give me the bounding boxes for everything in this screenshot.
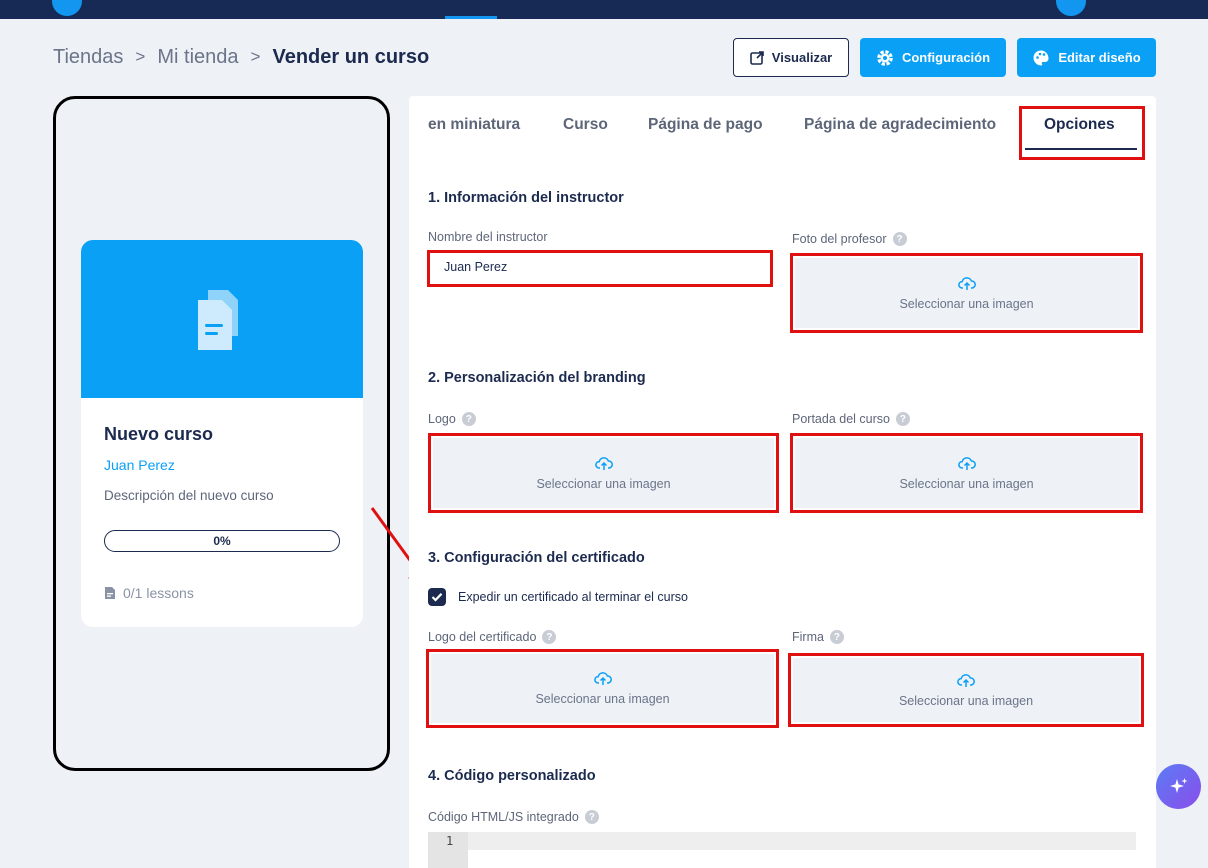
tab-thumbnail[interactable]: en miniatura [428, 116, 520, 134]
teacher-photo-label-text: Foto del profesor [792, 232, 887, 246]
preview-button[interactable]: Visualizar [733, 38, 849, 77]
course-cover-upload-text: Seleccionar una imagen [899, 476, 1034, 491]
course-author: Juan Perez [104, 457, 175, 473]
help-icon[interactable]: ? [542, 630, 557, 644]
instructor-name-label-text: Nombre del instructor [428, 230, 548, 244]
ai-assistant-button[interactable] [1156, 764, 1201, 809]
signature-label-text: Firma [792, 630, 824, 644]
nav-logo-icon[interactable] [52, 0, 82, 16]
tab-course[interactable]: Curso [563, 116, 608, 134]
help-icon[interactable]: ? [461, 412, 476, 426]
breadcrumb-stores[interactable]: Tiendas [53, 46, 123, 69]
line-number: 1 [446, 834, 454, 848]
logo-upload-text: Seleccionar una imagen [536, 476, 671, 491]
edit-design-button-label: Editar diseño [1058, 50, 1141, 65]
breadcrumb-separator: > [250, 47, 261, 66]
embedded-code-label-text: Código HTML/JS integrado [428, 810, 579, 824]
instructor-name-value: Juan Perez [444, 260, 508, 274]
page-title: Vender un curso [272, 45, 430, 68]
gear-icon [877, 49, 893, 66]
instructor-name-input[interactable]: Juan Perez [427, 250, 773, 287]
documents-icon [198, 290, 238, 350]
breadcrumb: Tiendas > Mi tienda > Vender un curso [53, 45, 429, 69]
help-icon[interactable]: ? [829, 630, 844, 644]
sparkles-icon [1169, 777, 1187, 793]
course-cover [81, 240, 363, 398]
logo-upload[interactable]: Seleccionar una imagen [428, 433, 779, 513]
external-link-icon [749, 50, 764, 65]
palette-icon [1033, 50, 1049, 65]
course-cover-label-text: Portada del curso [792, 412, 890, 426]
course-progress-bar: 0% [104, 530, 340, 552]
course-settings-panel: en miniatura Curso Página de pago Página… [409, 96, 1156, 868]
logo-label: Logo ? [428, 412, 476, 426]
signature-label: Firma ? [792, 630, 844, 644]
teacher-photo-upload-text: Seleccionar una imagen [899, 296, 1034, 311]
user-avatar[interactable] [1056, 0, 1086, 16]
course-description: Descripción del nuevo curso [104, 488, 274, 503]
check-icon [431, 593, 443, 602]
breadcrumb-separator: > [135, 47, 146, 66]
tab-payment-page[interactable]: Página de pago [648, 116, 763, 134]
breadcrumb-my-store[interactable]: Mi tienda [157, 46, 238, 69]
signature-upload[interactable]: Seleccionar una imagen [788, 653, 1144, 727]
settings-button[interactable]: Configuración [860, 38, 1006, 77]
upload-cloud-icon [593, 672, 612, 685]
help-icon[interactable]: ? [584, 810, 599, 824]
help-icon[interactable]: ? [895, 412, 910, 426]
upload-cloud-icon [594, 456, 613, 470]
upload-cloud-icon [957, 456, 976, 470]
lessons-count: 0/1 lessons [104, 585, 194, 601]
certificate-checkbox-label: Expedir un certificado al terminar el cu… [458, 590, 688, 604]
instructor-name-label: Nombre del instructor [428, 230, 548, 244]
certificate-checkbox[interactable] [428, 588, 446, 606]
settings-button-label: Configuración [901, 50, 991, 65]
upload-cloud-icon [957, 673, 975, 687]
upload-cloud-icon [957, 276, 976, 290]
logo-label-text: Logo [428, 412, 456, 426]
course-cover-upload[interactable]: Seleccionar una imagen [790, 433, 1143, 513]
course-preview-card: Nuevo curso Juan Perez Descripción del n… [81, 240, 363, 627]
teacher-photo-label: Foto del profesor ? [792, 232, 907, 246]
document-icon [105, 587, 115, 599]
nav-active-indicator [445, 16, 497, 19]
section-title-certificate: 3. Configuración del certificado [428, 550, 645, 566]
top-nav-bar [0, 0, 1208, 19]
edit-design-button[interactable]: Editar diseño [1017, 38, 1156, 77]
progress-text: 0% [213, 534, 231, 548]
certificate-logo-upload[interactable]: Seleccionar una imagen [426, 649, 779, 728]
signature-upload-text: Seleccionar una imagen [898, 693, 1034, 708]
preview-button-label: Visualizar [771, 50, 833, 65]
certificate-checkbox-row[interactable]: Expedir un certificado al terminar el cu… [428, 588, 688, 606]
certificate-logo-label: Logo del certificado ? [428, 630, 557, 644]
active-code-line [428, 832, 1136, 850]
course-title: Nuevo curso [104, 424, 214, 444]
lessons-count-text: 0/1 lessons [123, 585, 194, 601]
tab-options-highlight [1019, 106, 1145, 160]
embedded-code-label: Código HTML/JS integrado ? [428, 810, 599, 824]
certificate-logo-label-text: Logo del certificado [428, 630, 537, 644]
certificate-logo-upload-text: Seleccionar una imagen [535, 692, 670, 706]
tab-thank-you-page[interactable]: Página de agradecimiento [804, 116, 996, 134]
code-editor[interactable]: 1 [428, 832, 1136, 868]
course-cover-label: Portada del curso ? [792, 412, 910, 426]
section-title-branding: 2. Personalización del branding [428, 370, 646, 386]
section-title-custom-code: 4. Código personalizado [428, 768, 596, 784]
help-icon[interactable]: ? [892, 232, 907, 246]
teacher-photo-upload[interactable]: Seleccionar una imagen [790, 253, 1143, 333]
section-title-instructor: 1. Información del instructor [428, 190, 624, 206]
